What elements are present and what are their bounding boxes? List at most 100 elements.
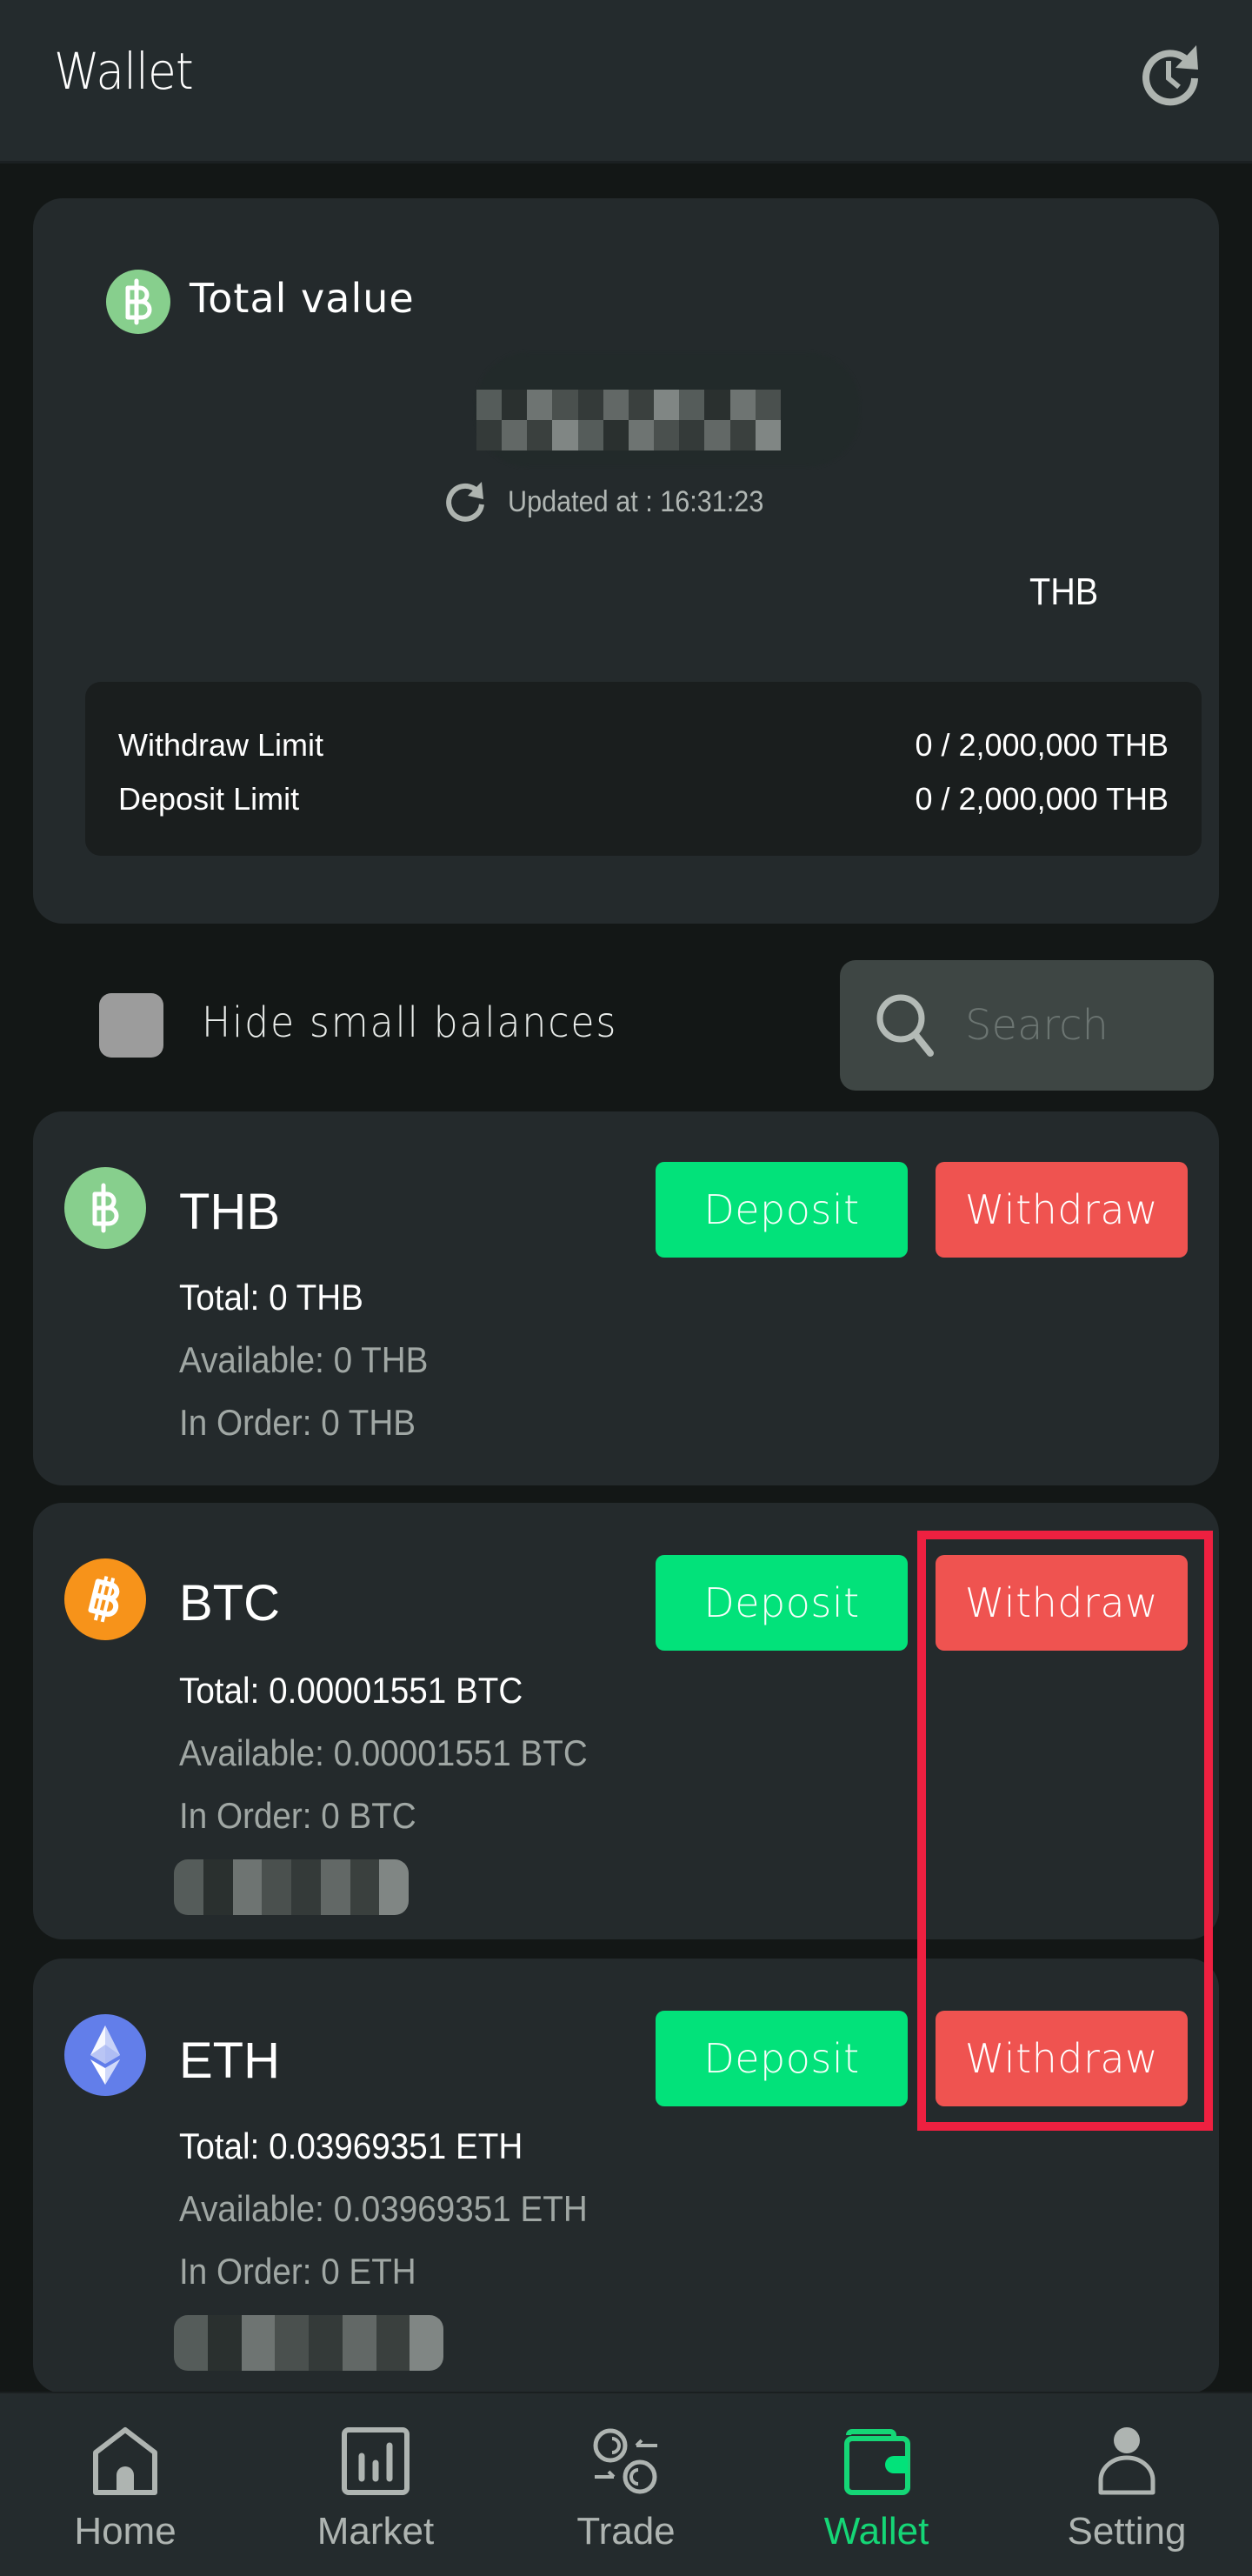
total-balance: Total: 0.03969351 ETH bbox=[179, 2126, 523, 2166]
search-input[interactable] bbox=[965, 1001, 1209, 1050]
redaction-pixel bbox=[203, 1859, 233, 1887]
nav-setting[interactable]: Setting bbox=[1002, 2393, 1252, 2576]
redaction-pixel bbox=[350, 1887, 380, 1915]
nav-label: Setting bbox=[1067, 2510, 1187, 2553]
ethereum-icon bbox=[64, 2014, 146, 2096]
history-clock-icon bbox=[1142, 45, 1198, 106]
asset-card-btc: BTC Deposit Withdraw Total: 0.00001551 B… bbox=[33, 1503, 1219, 1939]
redaction-pixel bbox=[729, 390, 756, 420]
withdraw-button-thb[interactable]: Withdraw bbox=[936, 1162, 1188, 1258]
redaction-pixel bbox=[320, 1859, 350, 1887]
nav-home[interactable]: Home bbox=[0, 2393, 250, 2576]
nav-label: Wallet bbox=[823, 2510, 929, 2553]
redaction-pixel bbox=[704, 420, 730, 450]
redaction-pixel bbox=[410, 2315, 443, 2343]
updated-row[interactable]: Updated at : 16:31:23 bbox=[442, 478, 792, 525]
page-title: Wallet bbox=[54, 42, 194, 101]
redaction-pixel bbox=[476, 420, 503, 450]
limits-box: Withdraw Limit 0 / 2,000,000 THB Deposit… bbox=[85, 682, 1202, 856]
withdraw-button-btc[interactable]: Withdraw bbox=[936, 1555, 1188, 1651]
updated-at-text: Updated at : 16:31:23 bbox=[508, 484, 764, 518]
coin-symbol: BTC bbox=[179, 1575, 280, 1632]
redaction-pixel bbox=[207, 2315, 242, 2343]
user-icon bbox=[1098, 2427, 1155, 2495]
currency-code: THB bbox=[1029, 571, 1099, 613]
redaction-pixel bbox=[241, 2315, 276, 2343]
withdraw-limit-value: 0 / 2,000,000 THB bbox=[915, 727, 1169, 763]
deposit-limit-label: Deposit Limit bbox=[118, 781, 300, 817]
nav-label: Trade bbox=[576, 2510, 676, 2553]
hide-small-balances-checkbox[interactable] bbox=[99, 993, 163, 1058]
redaction-pixel bbox=[275, 2315, 309, 2343]
redaction-pixel bbox=[174, 1887, 203, 1915]
bottom-nav: Home Market Trade Wallet Setting bbox=[0, 2392, 1252, 2576]
redaction-pixel bbox=[207, 2343, 242, 2371]
redaction-pixel bbox=[577, 420, 603, 450]
nav-wallet[interactable]: Wallet bbox=[751, 2393, 1002, 2576]
withdraw-limit-row: Withdraw Limit 0 / 2,000,000 THB bbox=[118, 727, 1169, 764]
in-order-balance: In Order: 0 ETH bbox=[179, 2251, 416, 2292]
available-balance: Available: 0.00001551 BTC bbox=[179, 1732, 588, 1773]
redaction-pixel bbox=[379, 1887, 409, 1915]
total-balance: Total: 0 THB bbox=[179, 1277, 363, 1318]
redaction-pixel bbox=[291, 1859, 321, 1887]
redaction-pixel bbox=[527, 390, 553, 420]
total-value-label: Total value bbox=[190, 275, 415, 322]
market-chart-icon bbox=[342, 2427, 410, 2495]
nav-market[interactable]: Market bbox=[250, 2393, 501, 2576]
redaction-pixel bbox=[502, 420, 528, 450]
nav-label: Home bbox=[74, 2510, 176, 2553]
redaction-pixel bbox=[174, 2315, 208, 2343]
redaction-pixel bbox=[232, 1887, 263, 1915]
available-balance: Available: 0.03969351 ETH bbox=[179, 2188, 588, 2229]
redaction-pixel bbox=[603, 390, 629, 420]
wallet-icon bbox=[844, 2429, 910, 2495]
fiat-value-redacted bbox=[174, 1859, 409, 1915]
hide-small-balances-label[interactable]: Hide small balances bbox=[202, 998, 617, 1047]
deposit-button-thb[interactable]: Deposit bbox=[656, 1162, 908, 1258]
redaction-pixel bbox=[309, 2343, 343, 2371]
redaction-pixel bbox=[241, 2343, 276, 2371]
redaction-pixel bbox=[376, 2343, 410, 2371]
baht-icon bbox=[106, 270, 170, 334]
total-balance: Total: 0.00001551 BTC bbox=[179, 1670, 523, 1711]
redaction-pixel bbox=[410, 2343, 443, 2371]
coin-symbol: ETH bbox=[179, 2032, 280, 2089]
redaction-pixel bbox=[342, 2315, 376, 2343]
redaction-pixel bbox=[729, 420, 756, 450]
redaction-pixel bbox=[654, 420, 680, 450]
nav-label: Market bbox=[316, 2510, 435, 2553]
in-order-balance: In Order: 0 THB bbox=[179, 1402, 416, 1443]
coin-symbol: THB bbox=[179, 1184, 280, 1240]
redaction-pixel bbox=[342, 2343, 376, 2371]
baht-icon bbox=[64, 1167, 146, 1249]
redaction-pixel bbox=[628, 420, 655, 450]
deposit-button-btc[interactable]: Deposit bbox=[656, 1555, 908, 1651]
redaction-pixel bbox=[174, 1859, 203, 1887]
nav-trade[interactable]: Trade bbox=[501, 2393, 751, 2576]
deposit-limit-row: Deposit Limit 0 / 2,000,000 THB bbox=[118, 781, 1169, 818]
redaction-pixel bbox=[350, 1859, 380, 1887]
redaction-pixel bbox=[628, 390, 655, 420]
redaction-pixel bbox=[679, 390, 705, 420]
trade-exchange-icon bbox=[593, 2428, 657, 2494]
redaction-pixel bbox=[174, 2343, 208, 2371]
app-header: Wallet bbox=[0, 0, 1252, 164]
deposit-button-eth[interactable]: Deposit bbox=[656, 2011, 908, 2106]
in-order-balance: In Order: 0 BTC bbox=[179, 1795, 416, 1836]
available-balance: Available: 0 THB bbox=[179, 1339, 429, 1380]
redaction-pixel bbox=[502, 390, 528, 420]
withdraw-button-eth[interactable]: Withdraw bbox=[936, 2011, 1188, 2106]
total-value-amount-redacted bbox=[476, 390, 781, 450]
history-button[interactable] bbox=[1134, 38, 1207, 111]
home-icon bbox=[93, 2427, 157, 2495]
refresh-icon bbox=[446, 482, 484, 522]
search-box[interactable] bbox=[840, 960, 1214, 1091]
bitcoin-icon bbox=[64, 1558, 146, 1640]
redaction-pixel bbox=[755, 390, 781, 420]
redaction-pixel bbox=[291, 1887, 321, 1915]
fiat-value-redacted bbox=[174, 2315, 443, 2371]
total-value-card: Total value Updated at : 16:31:23 THB Wi… bbox=[33, 198, 1219, 924]
redaction-pixel bbox=[552, 390, 578, 420]
asset-card-eth: ETH Deposit Withdraw Total: 0.03969351 E… bbox=[33, 1959, 1219, 2393]
